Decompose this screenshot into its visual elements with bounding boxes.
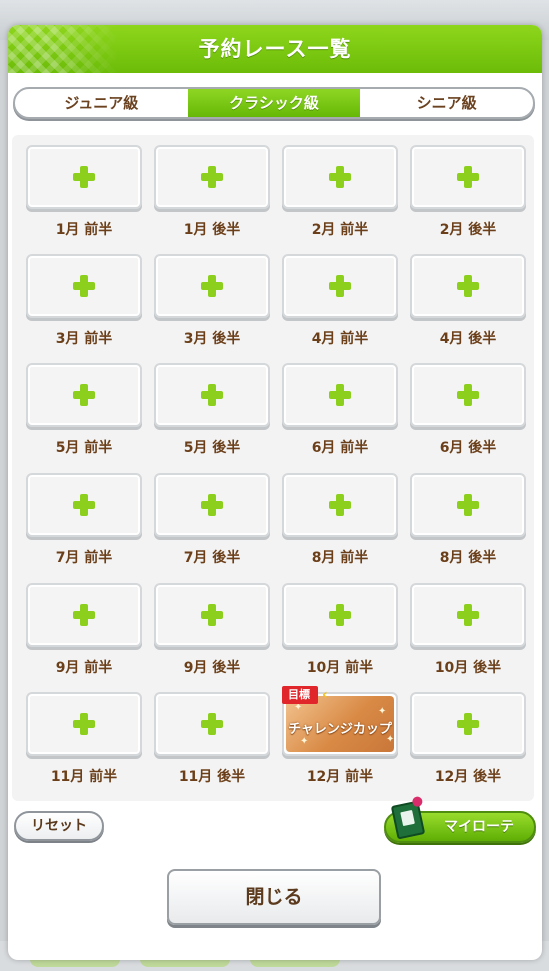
race-slot-empty[interactable]	[410, 363, 526, 427]
plus-icon	[73, 166, 95, 188]
race-slot-empty[interactable]	[282, 254, 398, 318]
plus-icon	[457, 384, 479, 406]
race-slot-empty[interactable]	[154, 692, 270, 756]
race-slot-empty[interactable]	[410, 473, 526, 537]
race-slot-empty[interactable]	[26, 254, 142, 318]
slot-label: 9月 前半	[55, 660, 113, 676]
plus-icon	[457, 494, 479, 516]
plus-icon	[329, 384, 351, 406]
race-slot-empty[interactable]	[282, 363, 398, 427]
reserved-races-dialog: 予約レース一覧 ジュニア級 クラシック級 シニア級 1月 前半 1月 後半 2月 前…	[8, 25, 542, 960]
plus-icon	[73, 713, 95, 735]
slot-label: 11月 後半	[178, 769, 246, 785]
race-slot-empty[interactable]	[26, 363, 142, 427]
my-rotation-button[interactable]: マイローテ	[384, 800, 536, 843]
slot-label: 8月 前半	[311, 550, 369, 566]
plus-icon	[73, 275, 95, 297]
grade-tabs: ジュニア級 クラシック級 シニア級	[13, 87, 535, 119]
slot-label: 12月 前半	[306, 769, 374, 785]
slot-label: 10月 前半	[306, 660, 374, 676]
slot-label: 5月 前半	[55, 440, 113, 456]
plus-icon	[201, 384, 223, 406]
slot-label: 2月 前半	[311, 222, 369, 238]
sparkle-icon: ✦	[386, 734, 394, 745]
slot-label: 11月 前半	[50, 769, 118, 785]
slot-label: 2月 後半	[439, 222, 497, 238]
race-slot-empty[interactable]	[282, 583, 398, 647]
plus-icon	[457, 713, 479, 735]
goal-arrow-icon: ‹	[322, 687, 328, 703]
reset-button[interactable]: リセット	[14, 811, 104, 841]
goal-badge: 目標	[282, 686, 318, 704]
slot-label: 3月 後半	[183, 331, 241, 347]
race-slot-empty[interactable]	[282, 145, 398, 209]
sparkle-icon: ✦	[300, 736, 309, 747]
slot-label: 1月 前半	[55, 222, 113, 238]
slot-label: 4月 前半	[311, 331, 369, 347]
slot-label: 1月 後半	[183, 222, 241, 238]
slot-label: 8月 後半	[439, 550, 497, 566]
notebook-icon	[390, 800, 426, 840]
dialog-title: 予約レース一覧	[198, 37, 352, 61]
plus-icon	[457, 275, 479, 297]
race-slot-empty[interactable]	[154, 583, 270, 647]
slot-label: 12月 後半	[434, 769, 502, 785]
dialog-header: 予約レース一覧	[8, 25, 542, 73]
sparkle-icon: ✦	[378, 706, 387, 717]
close-button[interactable]: 閉じる	[167, 869, 381, 925]
slot-label: 6月 前半	[311, 440, 369, 456]
plus-icon	[201, 275, 223, 297]
race-slot-empty[interactable]	[26, 583, 142, 647]
slot-label: 6月 後半	[439, 440, 497, 456]
plus-icon	[329, 604, 351, 626]
plus-icon	[73, 384, 95, 406]
race-slot-empty[interactable]	[154, 473, 270, 537]
race-slot-empty[interactable]	[154, 145, 270, 209]
race-slot-empty[interactable]	[154, 254, 270, 318]
plus-icon	[201, 713, 223, 735]
race-slot-grid: 1月 前半 1月 後半 2月 前半 2月 後半 3月 前半 3月 後半 4月 前半 4月 後半…	[12, 135, 534, 801]
plus-icon	[329, 166, 351, 188]
slot-label: 3月 前半	[55, 331, 113, 347]
race-slot-empty[interactable]	[282, 473, 398, 537]
plus-icon	[73, 494, 95, 516]
my-rotation-label: マイローテ	[444, 819, 514, 835]
plus-icon	[201, 494, 223, 516]
slot-label: 7月 後半	[183, 550, 241, 566]
tab-classic[interactable]: クラシック級	[187, 89, 361, 117]
slot-label: 7月 前半	[55, 550, 113, 566]
plus-icon	[201, 166, 223, 188]
plus-icon	[73, 604, 95, 626]
race-slot-empty[interactable]	[26, 692, 142, 756]
slot-label: 10月 後半	[434, 660, 502, 676]
race-banner: チャレンジカップ ✦ ✦ ✦ ✦	[286, 696, 394, 752]
plus-icon	[457, 166, 479, 188]
race-name: チャレンジカップ	[288, 722, 392, 737]
tab-senior[interactable]: シニア級	[360, 89, 533, 117]
plus-icon	[457, 604, 479, 626]
plus-icon	[329, 494, 351, 516]
slot-label: 4月 後半	[439, 331, 497, 347]
race-slot-empty[interactable]	[410, 145, 526, 209]
race-slot-empty[interactable]	[410, 583, 526, 647]
race-slot-empty[interactable]	[154, 363, 270, 427]
plus-icon	[201, 604, 223, 626]
slot-label: 9月 後半	[183, 660, 241, 676]
plus-icon	[329, 275, 351, 297]
race-slot-reserved[interactable]: チャレンジカップ ✦ ✦ ✦ ✦ 目標 ‹	[282, 686, 398, 756]
slot-label: 5月 後半	[183, 440, 241, 456]
race-slot-empty[interactable]	[26, 473, 142, 537]
race-slot-empty[interactable]	[410, 692, 526, 756]
race-slot-empty[interactable]	[410, 254, 526, 318]
race-slot-empty[interactable]	[26, 145, 142, 209]
tab-junior[interactable]: ジュニア級	[15, 89, 188, 117]
